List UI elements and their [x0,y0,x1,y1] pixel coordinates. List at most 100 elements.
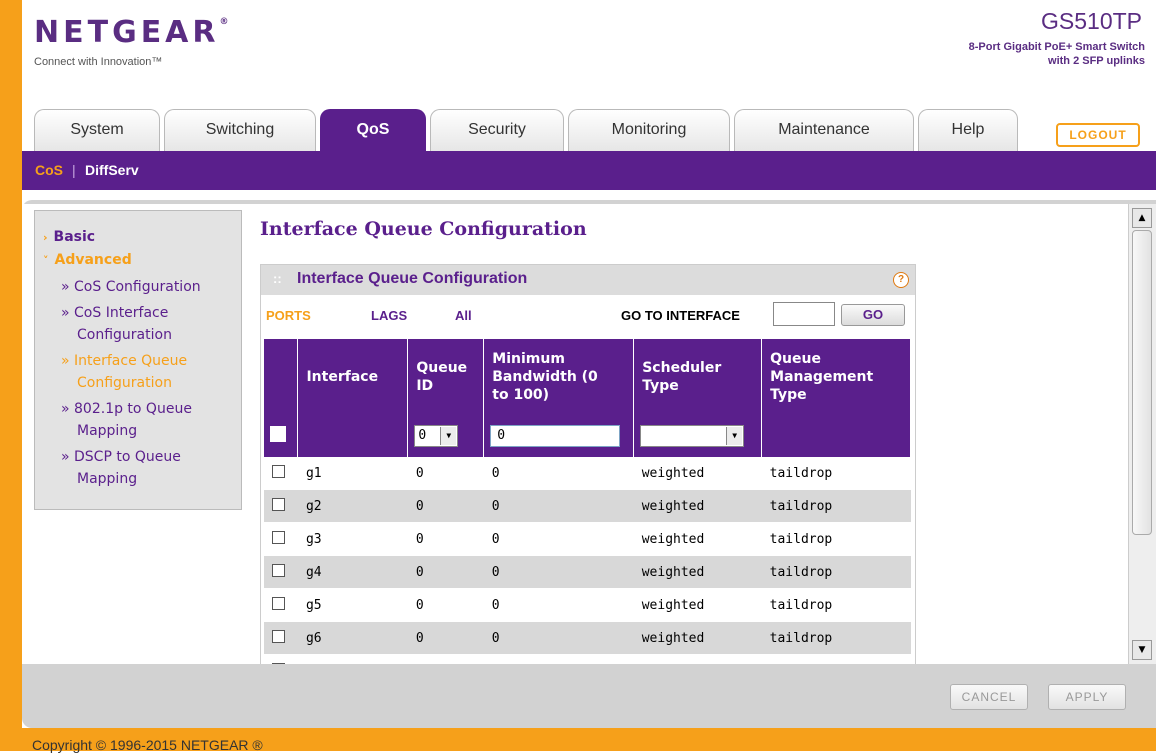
scroll-thumb[interactable] [1132,230,1152,535]
table-control-row: 0 ▼ 0 ▼ [264,415,911,457]
table-row[interactable]: g1 0 0 weighted taildrop [264,457,911,490]
queue-mgmt-type-cell: taildrop [761,522,911,556]
sidebar-item-interface-queue[interactable]: » Interface Queue [61,351,187,371]
tab-system[interactable]: System [34,109,160,151]
interface-cell: g5 [297,588,408,622]
tab-security[interactable]: Security [430,109,564,151]
table-header-row: Interface Queue ID Minimum Bandwidth (0 to … [264,339,911,415]
row-checkbox[interactable] [272,464,285,478]
header-select [264,339,299,415]
vertical-scrollbar[interactable]: ▲ ▼ [1128,204,1156,664]
queue-id-cell: 0 [407,621,484,655]
tab-switching[interactable]: Switching [164,109,316,151]
table-row[interactable]: g3 0 0 weighted taildrop [264,522,911,556]
sidebar-item-dscp-2[interactable]: Mapping [77,469,137,489]
queue-id-select-value: 0 [418,428,427,443]
row-select-cell [264,489,298,523]
interface-cell: g1 [297,457,408,490]
row-checkbox[interactable] [272,530,285,544]
select-all-checkbox[interactable] [270,426,286,442]
queue-id-cell: 0 [407,555,484,589]
filter-ports[interactable]: PORTS [266,308,311,323]
min-bandwidth-cell: 0 [483,654,634,664]
tab-qos[interactable]: QoS [320,109,426,151]
interface-queue-panel: :: Interface Queue Configuration ? PORTS… [260,264,916,664]
sidebar-item-8021p-2[interactable]: Mapping [77,421,137,441]
sidebar-basic-label: Basic [53,229,96,245]
ctrl-sched-cell: ▼ [633,415,763,457]
min-bandwidth-cell: 0 [483,555,634,589]
header-sched-l2: Type [642,378,679,394]
sidebar-item-cos-interface-2[interactable]: Configuration [77,325,172,345]
subnav-diffserv[interactable]: DiffServ [85,162,139,178]
sub-navigation: CoS | DiffServ [22,151,1156,190]
queue-id-cell: 0 [407,457,484,490]
row-checkbox[interactable] [272,563,285,577]
header-queue-id-l1: Queue [416,360,468,376]
scheduler-type-cell: weighted [633,522,762,556]
header-qmt-l2: Management [770,369,874,385]
min-bandwidth-input[interactable]: 0 [490,425,621,447]
sidebar-item-interface-queue-2[interactable]: Configuration [77,373,172,393]
ctrl-mgmt-cell [761,415,911,457]
row-select-cell [264,654,298,664]
drag-handle-icon: :: [273,271,282,286]
cancel-button[interactable]: CANCEL [950,684,1028,710]
row-select-cell [264,457,298,490]
header-scheduler-type: Scheduler Type [633,339,763,415]
scheduler-type-select[interactable]: ▼ [640,425,745,447]
sidebar-item-dscp[interactable]: » DSCP to Queue [61,447,181,467]
header-qmt-l3: Type [770,387,807,403]
subnav-cos[interactable]: CoS [35,162,63,178]
queue-id-cell: 0 [407,522,484,556]
sidebar-item-8021p[interactable]: » 802.1p to Queue [61,399,192,419]
row-select-cell [264,621,298,655]
tab-monitoring[interactable]: Monitoring [568,109,730,151]
row-select-cell [264,522,298,556]
queue-id-select[interactable]: 0 ▼ [414,425,459,447]
queue-table: Interface Queue ID Minimum Bandwidth (0 to … [264,339,911,664]
table-row[interactable]: g2 0 0 weighted taildrop [264,489,911,523]
table-row[interactable]: g5 0 0 weighted taildrop [264,588,911,622]
tagline: Connect with Innovation™ [34,56,163,68]
sidebar-item-cos-config[interactable]: » CoS Configuration [61,277,201,297]
help-icon[interactable]: ? [893,272,909,288]
table-row[interactable]: g4 0 0 weighted taildrop [264,555,911,589]
filter-lags[interactable]: LAGS [371,308,407,323]
table-row[interactable]: g6 0 0 weighted taildrop [264,621,911,655]
sidebar-advanced-label: Advanced [54,252,132,268]
ctrl-queue-cell: 0 ▼ [407,415,485,457]
arrow-right-icon: › [43,231,48,244]
interface-cell: g6 [297,621,408,655]
tab-maintenance[interactable]: Maintenance [734,109,914,151]
model-name: GS510TP [1041,8,1142,34]
header-queue-mgmt-type: Queue Management Type [761,339,911,415]
goto-interface-input[interactable] [773,302,835,326]
min-bandwidth-cell: 0 [483,588,634,622]
apply-button[interactable]: APPLY [1048,684,1126,710]
sidebar: › Basic ˅ Advanced » CoS Configuration » C… [34,210,242,510]
tab-help[interactable]: Help [918,109,1018,151]
row-checkbox[interactable] [272,629,285,643]
header-interface: Interface [297,339,409,415]
header-queue-id-l2: ID [416,378,434,394]
row-checkbox[interactable] [272,596,285,610]
scheduler-type-cell: weighted [633,555,762,589]
header-qmt-l1: Queue [770,351,821,367]
sidebar-item-cos-interface[interactable]: » CoS Interface [61,303,168,323]
row-checkbox[interactable] [272,497,285,511]
sidebar-item-basic[interactable]: › Basic [43,227,95,248]
scroll-down-icon[interactable]: ▼ [1132,640,1152,660]
model-desc-line1: 8-Port Gigabit PoE+ Smart Switch [968,41,1145,53]
sidebar-item-advanced[interactable]: ˅ Advanced [43,250,132,271]
table-row[interactable]: g7 0 0 weighted taildrop [264,654,911,664]
scroll-up-icon[interactable]: ▲ [1132,208,1152,228]
header-sched-l1: Scheduler [642,360,722,376]
min-bandwidth-cell: 0 [483,457,634,490]
row-checkbox[interactable] [272,662,285,664]
go-button[interactable]: GO [841,304,905,326]
scheduler-type-cell: weighted [633,588,762,622]
filter-all[interactable]: All [455,308,472,323]
logout-button[interactable]: LOGOUT [1056,123,1140,147]
model-desc-line2: with 2 SFP uplinks [1048,55,1145,67]
